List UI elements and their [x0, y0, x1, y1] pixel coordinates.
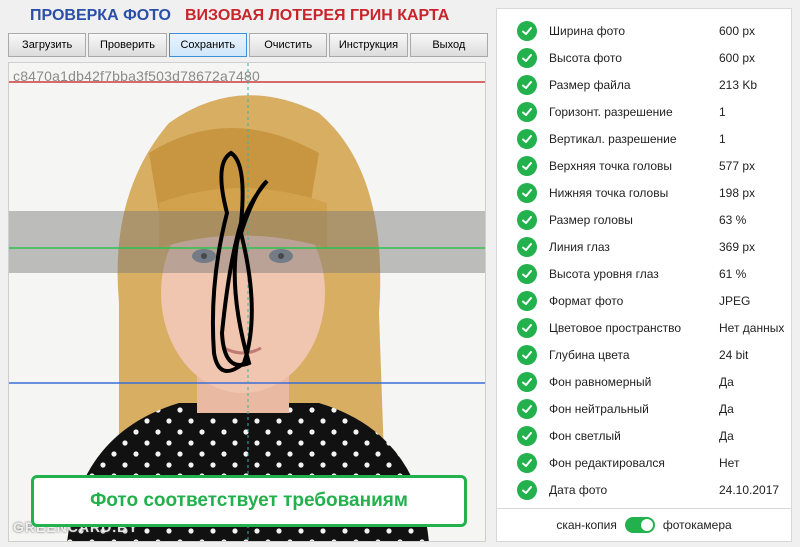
check-icon: [517, 182, 537, 203]
clear-button[interactable]: Очистить: [248, 33, 328, 57]
app-title: ПРОВЕРКА ФОТО: [30, 7, 171, 24]
app-header: ПРОВЕРКА ФОТО ВИЗОВАЯ ЛОТЕРЕЯ ГРИН КАРТА: [0, 0, 500, 32]
check-icon: [517, 74, 537, 95]
check-icon: [517, 344, 537, 365]
scan-copy-label: скан-копия: [556, 518, 617, 532]
result-label: Линия глаз: [549, 239, 610, 254]
lottery-title: ВИЗОВАЯ ЛОТЕРЕЯ ГРИН КАРТА: [185, 7, 450, 24]
results-list: Ширина фото 600 px Высота фото 600 px Размер…: [497, 17, 791, 503]
result-label: Горизонт. разрешение: [549, 104, 673, 119]
check-button[interactable]: Проверить: [88, 33, 167, 57]
result-row: Верхняя точка головы 577 px: [497, 152, 791, 179]
instructions-button[interactable]: Инструкция: [329, 33, 408, 57]
result-value: Нет: [719, 455, 740, 470]
result-value: 1: [719, 131, 726, 146]
result-row: Глубина цвета 24 bit: [497, 341, 791, 368]
check-icon: [517, 209, 537, 230]
result-value: 63 %: [719, 212, 747, 227]
result-label: Высота уровня глаз: [549, 266, 659, 281]
result-value: 600 px: [719, 23, 756, 38]
camera-label: фотокамера: [662, 518, 732, 532]
photo-preview: c8470a1db42f7bba3f503d78672a7480 GREENCA…: [8, 62, 486, 542]
camera-mode-switch: скан-копия фотокамера: [497, 508, 791, 541]
load-button[interactable]: Загрузить: [8, 33, 87, 57]
result-row: Фон нейтральный Да: [497, 395, 791, 422]
result-value: 213 Kb: [719, 77, 758, 92]
toggle-knob: [640, 519, 653, 531]
result-value: Нет данных: [719, 320, 785, 335]
result-value: 61 %: [719, 266, 747, 281]
result-label: Фон равномерный: [549, 374, 652, 389]
result-value: 198 px: [719, 185, 756, 200]
check-icon: [517, 425, 537, 446]
results-panel: Ширина фото 600 px Высота фото 600 px Размер…: [496, 8, 792, 542]
result-value: 577 px: [719, 158, 756, 173]
result-row: Формат фото JPEG: [497, 287, 791, 314]
check-icon: [517, 128, 537, 149]
result-row: Высота фото 600 px: [497, 44, 791, 71]
result-label: Цветовое пространство: [549, 320, 682, 335]
result-label: Размер головы: [549, 212, 633, 227]
save-button[interactable]: Сохранить: [168, 33, 247, 57]
result-row: Дата фото 24.10.2017: [497, 476, 791, 503]
result-value: 1: [719, 104, 726, 119]
check-icon: [517, 155, 537, 176]
result-label: Дата фото: [549, 482, 608, 497]
check-icon: [517, 20, 537, 41]
result-label: Формат фото: [549, 293, 624, 308]
result-row: Горизонт. разрешение 1: [497, 98, 791, 125]
result-value: Да: [719, 428, 734, 443]
result-row: Цветовое пространство Нет данных: [497, 314, 791, 341]
toolbar: Загрузить Проверить Сохранить Очистить И…: [8, 33, 488, 57]
result-value: 24 bit: [719, 347, 749, 362]
result-label: Высота фото: [549, 50, 622, 65]
check-icon: [517, 317, 537, 338]
result-value: Да: [719, 374, 734, 389]
result-value: Да: [719, 401, 734, 416]
portrait-image: [9, 63, 485, 541]
result-label: Нижняя точка головы: [549, 185, 669, 200]
result-label: Глубина цвета: [549, 347, 630, 362]
result-label: Размер файла: [549, 77, 631, 92]
result-row: Фон светлый Да: [497, 422, 791, 449]
check-icon: [517, 452, 537, 473]
check-icon: [517, 371, 537, 392]
result-value: 600 px: [719, 50, 756, 65]
status-banner: Фото соответствует требованиям: [31, 475, 467, 527]
result-row: Вертикал. разрешение 1: [497, 125, 791, 152]
result-row: Высота уровня глаз 61 %: [497, 260, 791, 287]
check-icon: [517, 101, 537, 122]
result-value: JPEG: [719, 293, 751, 308]
mode-toggle[interactable]: [624, 517, 655, 533]
check-icon: [517, 479, 537, 500]
result-row: Линия глаз 369 px: [497, 233, 791, 260]
check-icon: [517, 236, 537, 257]
result-row: Размер файла 213 Kb: [497, 71, 791, 98]
result-row: Ширина фото 600 px: [497, 17, 791, 44]
exit-button[interactable]: Выход: [409, 33, 488, 57]
result-row: Фон равномерный Да: [497, 368, 791, 395]
result-value: 24.10.2017: [719, 482, 780, 497]
result-label: Фон редактировался: [549, 455, 665, 470]
result-row: Размер головы 63 %: [497, 206, 791, 233]
result-row: Фон редактировался Нет: [497, 449, 791, 476]
result-label: Фон светлый: [549, 428, 621, 443]
result-label: Верхняя точка головы: [549, 158, 673, 173]
result-label: Ширина фото: [549, 23, 626, 38]
check-icon: [517, 47, 537, 68]
result-label: Фон нейтральный: [549, 401, 649, 416]
check-icon: [517, 290, 537, 311]
result-row: Нижняя точка головы 198 px: [497, 179, 791, 206]
check-icon: [517, 398, 537, 419]
check-icon: [517, 263, 537, 284]
result-value: 369 px: [719, 239, 756, 254]
photo-hash: c8470a1db42f7bba3f503d78672a7480: [13, 68, 260, 84]
result-label: Вертикал. разрешение: [549, 131, 677, 146]
